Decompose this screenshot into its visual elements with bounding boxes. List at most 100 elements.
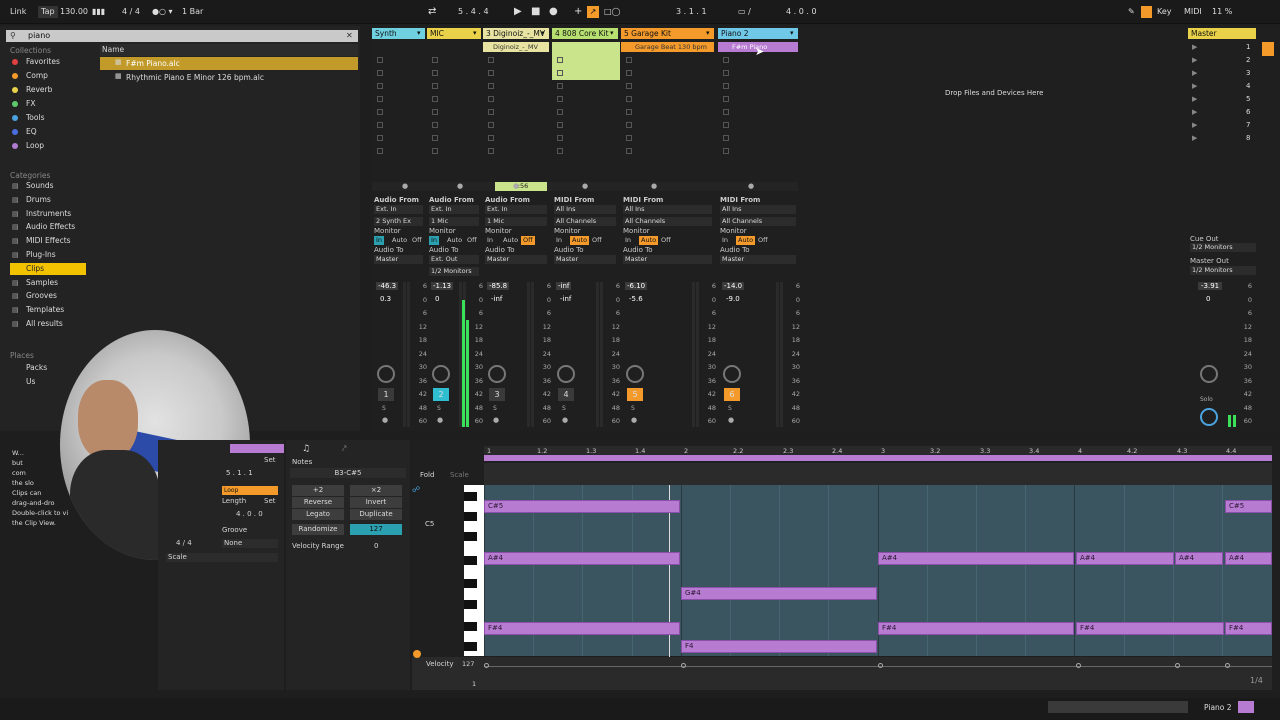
clip-slot[interactable]	[723, 83, 729, 89]
input-channel-dropdown[interactable]: 2 Synth Ex	[374, 217, 423, 226]
track-activator[interactable]: 1	[378, 388, 394, 401]
clip-garage-beat[interactable]: Garage Beat 130 bpm	[621, 42, 714, 52]
category-item-plug-ins[interactable]: Plug-Ins	[26, 249, 56, 261]
clip-slot[interactable]	[432, 96, 438, 102]
collection-item-reverb[interactable]: Reverb	[26, 84, 52, 96]
monitor-in-button[interactable]: In	[554, 236, 564, 245]
midi-note[interactable]: F4	[681, 640, 877, 653]
loop-length-field[interactable]: 4 . 0 . 0	[236, 510, 263, 518]
track-pan[interactable]: -5.6	[629, 295, 643, 303]
input-type-dropdown[interactable]: All Ins	[720, 205, 796, 214]
midi-note[interactable]: C#5	[484, 500, 680, 513]
arm-icon[interactable]: ●	[748, 182, 754, 190]
loop-brace[interactable]	[484, 455, 1272, 461]
track-activator[interactable]: 5	[627, 388, 643, 401]
envelope-tab-icon[interactable]: ⤤	[342, 444, 347, 454]
duplicate-button[interactable]: Duplicate	[350, 509, 402, 520]
monitor-auto-button[interactable]: Auto	[501, 236, 520, 245]
monitor-auto-button[interactable]: Auto	[639, 236, 659, 245]
clip-slot[interactable]	[723, 96, 729, 102]
solo-button[interactable]: S	[631, 405, 635, 412]
track-pan[interactable]: -inf	[560, 295, 571, 303]
clip-slot[interactable]	[488, 122, 494, 128]
pan-knob[interactable]	[723, 365, 741, 383]
clip-slot[interactable]	[723, 148, 729, 154]
loop-button[interactable]: Loop	[222, 486, 278, 495]
clip-slot[interactable]	[626, 109, 632, 115]
arm-icon[interactable]: ●	[513, 182, 519, 190]
input-type-dropdown[interactable]: Ext. In	[429, 205, 479, 214]
monitor-in-button[interactable]: In	[374, 236, 385, 245]
piano-black-key[interactable]	[464, 579, 477, 588]
places-item[interactable]: Packs	[26, 362, 47, 374]
clip-slot[interactable]	[626, 57, 632, 63]
groove-dropdown[interactable]: None	[222, 539, 278, 548]
tap-button[interactable]: Tap	[38, 6, 58, 18]
search-input[interactable]: piano	[6, 30, 358, 42]
capture-icon[interactable]: □◯	[604, 6, 621, 18]
category-item-instruments[interactable]: Instruments	[26, 208, 71, 220]
clear-search-icon[interactable]: ✕	[346, 31, 353, 40]
bpm-field[interactable]: 130.00	[60, 6, 88, 18]
piano-black-key[interactable]	[464, 600, 477, 609]
clip-slot[interactable]	[626, 83, 632, 89]
input-type-dropdown[interactable]: Ext. In	[485, 205, 547, 214]
headphone-icon[interactable]: ☍	[412, 485, 420, 494]
clip-slot[interactable]	[432, 83, 438, 89]
input-channel-dropdown[interactable]: All Channels	[554, 217, 616, 226]
input-channel-dropdown[interactable]: 1 Mic	[485, 217, 547, 226]
monitor-off-button[interactable]: Off	[465, 236, 479, 245]
arm-icon[interactable]: ●	[402, 182, 408, 190]
scene-number[interactable]: 6	[1246, 108, 1250, 116]
midi-note[interactable]: A#4	[1175, 552, 1223, 565]
clip-slot[interactable]	[723, 135, 729, 141]
pan-knob[interactable]	[377, 365, 395, 383]
scene-number[interactable]: 8	[1246, 134, 1250, 142]
scene-number[interactable]: 1	[1246, 43, 1250, 51]
clip-slot[interactable]	[557, 83, 563, 89]
scene-number[interactable]: 4	[1246, 82, 1250, 90]
output-type-dropdown[interactable]: Master	[623, 255, 712, 264]
clip-slot[interactable]	[557, 135, 563, 141]
clip-slot[interactable]	[432, 135, 438, 141]
loop-start[interactable]: 3 . 1 . 1	[676, 6, 707, 18]
arrangement-follow-icon[interactable]: ⇄	[428, 6, 436, 18]
track-fold-icon[interactable]: ▾	[417, 29, 421, 37]
record-dot-icon[interactable]: ●○ ▾	[152, 6, 173, 18]
file-row[interactable]: F#m Piano.alc	[100, 57, 358, 70]
clip-slot[interactable]	[488, 148, 494, 154]
clip-signature[interactable]: 4 / 4	[176, 539, 192, 547]
midi-note[interactable]: C#5	[1225, 500, 1272, 513]
category-item-grooves[interactable]: Grooves	[26, 290, 57, 302]
clip-slot[interactable]	[723, 122, 729, 128]
stop-icon[interactable]: ■	[531, 6, 540, 18]
monitor-off-button[interactable]: Off	[659, 236, 673, 245]
pan-knob[interactable]	[488, 365, 506, 383]
category-item-samples[interactable]: Samples	[26, 277, 58, 289]
master-side-icon[interactable]	[1262, 42, 1274, 56]
monitor-in-button[interactable]: In	[429, 236, 440, 245]
master-track-header[interactable]: Master	[1188, 28, 1256, 39]
key-map-icon[interactable]	[1141, 6, 1152, 18]
output-channel-dropdown[interactable]: 1/2 Monitors	[429, 267, 479, 276]
cue-out-dropdown[interactable]: 1/2 Monitors	[1190, 243, 1256, 252]
monitor-off-button[interactable]: Off	[756, 236, 770, 245]
monitor-in-button[interactable]: In	[485, 236, 495, 245]
collection-item-favorites[interactable]: Favorites	[26, 56, 60, 68]
arm-icon[interactable]: ●	[582, 182, 588, 190]
transpose-up-button[interactable]: +2	[292, 485, 344, 496]
solo-button[interactable]: S	[562, 405, 566, 412]
scene-launch-icon[interactable]: ▶	[1192, 95, 1197, 103]
input-channel-dropdown[interactable]: All Channels	[720, 217, 796, 226]
clip-slot[interactable]	[626, 135, 632, 141]
cue-volume-knob[interactable]	[1200, 408, 1218, 426]
clip-slot[interactable]	[557, 96, 563, 102]
master-out-dropdown[interactable]: 1/2 Monitors	[1190, 266, 1256, 275]
arm-button[interactable]: ●	[728, 416, 734, 424]
track-header-4[interactable]: 4 808 Core Kit	[552, 28, 618, 39]
clip-slot[interactable]	[488, 135, 494, 141]
input-type-dropdown[interactable]: All Ins	[554, 205, 616, 214]
monitor-off-button[interactable]: Off	[410, 236, 424, 245]
clip-slot[interactable]	[626, 70, 632, 76]
loop-length[interactable]: 4 . 0 . 0	[786, 6, 817, 18]
